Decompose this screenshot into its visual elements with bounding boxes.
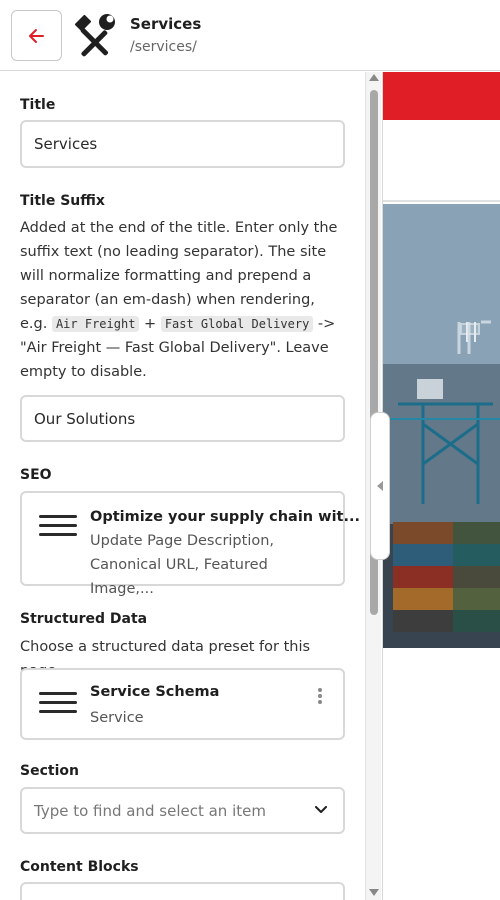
title-suffix-description: Added at the end of the title. Enter onl… [20, 216, 345, 384]
structured-data-card-subtitle: Service [90, 710, 144, 726]
content-blocks-field[interactable] [20, 882, 345, 900]
collapse-arrow-icon [377, 481, 383, 491]
seo-card-title: Optimize your supply chain wit... [90, 509, 360, 525]
panel-resize-handle[interactable] [370, 412, 390, 560]
title-input[interactable]: Services [20, 120, 345, 168]
structured-data-card-title: Service Schema [90, 684, 220, 700]
scroll-up-icon[interactable] [369, 74, 379, 81]
preview-hero-image [383, 204, 500, 648]
document-path: /services/ [130, 39, 197, 55]
structured-data-card[interactable]: Service Schema Service [20, 668, 345, 740]
title-suffix-input-value: Our Solutions [34, 409, 136, 428]
preview-body [383, 648, 500, 900]
document-title: Services [130, 15, 202, 33]
title-suffix-input[interactable]: Our Solutions [20, 395, 345, 442]
section-select[interactable]: Type to find and select an item [20, 787, 345, 834]
document-header: Services /services/ [0, 0, 500, 71]
lines-icon [39, 515, 77, 543]
hammer-wrench-icon [74, 14, 115, 57]
editor-panel: Title Services Title Suffix Added at the… [0, 72, 365, 900]
section-placeholder: Type to find and select an item [34, 801, 266, 820]
more-vertical-icon[interactable] [317, 687, 323, 705]
preview-pane [382, 72, 500, 900]
seo-card-subtitle: Update Page Description, Canonical URL, … [90, 533, 275, 597]
back-button[interactable] [11, 10, 62, 61]
example-code: Air Freight [51, 316, 140, 332]
arrow-left-icon [28, 28, 44, 43]
plus-text: + [139, 316, 161, 332]
preview-divider [383, 200, 500, 202]
title-input-value: Services [34, 135, 98, 153]
section-label: Section [20, 763, 79, 779]
title-suffix-label: Title Suffix [20, 193, 105, 209]
preview-nav-bar [383, 72, 500, 120]
seo-label: SEO [20, 467, 52, 483]
chevron-down-icon [315, 806, 327, 813]
example-code: Fast Global Delivery [160, 316, 314, 332]
structured-data-label: Structured Data [20, 611, 148, 627]
scroll-down-icon[interactable] [369, 889, 379, 896]
title-label: Title [20, 97, 56, 113]
content-blocks-label: Content Blocks [20, 859, 139, 875]
port-crane-image [383, 204, 500, 648]
lines-icon [39, 692, 77, 720]
seo-card[interactable]: Optimize your supply chain wit... Update… [20, 491, 360, 597]
